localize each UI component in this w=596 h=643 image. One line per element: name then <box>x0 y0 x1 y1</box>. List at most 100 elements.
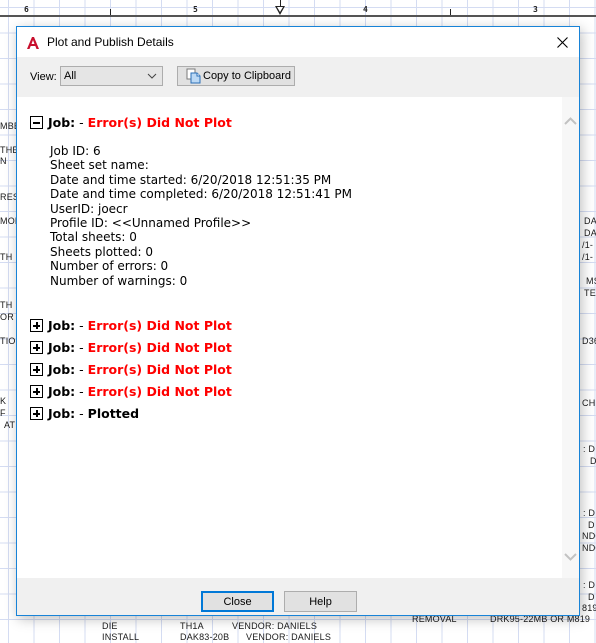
drawing-text: D36 <box>582 336 596 346</box>
expand-toggle[interactable] <box>30 341 43 354</box>
scroll-up-icon[interactable] <box>564 111 577 125</box>
sheet-set-name: Sheet set name: <box>50 158 149 173</box>
drawing-text: DAK83-20B <box>180 632 230 642</box>
job-status: Plotted <box>87 406 140 421</box>
job-header: Job: - Error(s) Did Not Plot <box>48 362 232 377</box>
view-dropdown-value: All <box>64 70 77 82</box>
ruler-number: 3 <box>533 5 538 14</box>
copy-to-clipboard-label: Copy to Clipboard <box>203 70 292 82</box>
profile-id: Profile ID: <<Unnamed Profile>> <box>50 216 252 231</box>
ruler-number: 4 <box>363 5 368 14</box>
job-separator: - <box>75 115 88 130</box>
job-separator: - <box>75 384 88 399</box>
drawing-text: K <box>0 396 7 406</box>
drawing-text: D <box>590 456 596 466</box>
drawing-text: NDO <box>582 543 596 553</box>
collapse-toggle[interactable] <box>30 116 43 129</box>
copy-to-clipboard-button[interactable]: Copy to Clipboard <box>177 66 295 86</box>
job-status: Error(s) Did Not Plot <box>87 384 232 399</box>
view-label: View: <box>30 71 57 83</box>
number-of-warnings: Number of warnings: 0 <box>50 273 188 288</box>
plus-icon-vertical <box>35 322 38 329</box>
drawing-text: TH <box>0 300 13 310</box>
job-status: Error(s) Did Not Plot <box>87 115 232 130</box>
minus-icon <box>33 122 40 124</box>
job-label: Job: <box>48 340 76 355</box>
job-label: Job: <box>48 318 76 333</box>
job-label: Job: <box>48 406 76 421</box>
job-header: Job: - Plotted <box>48 406 139 421</box>
drawing-text: NDC <box>582 531 596 541</box>
plus-icon-vertical <box>35 344 38 351</box>
ruler-marker-icon <box>275 6 285 15</box>
expand-toggle[interactable] <box>30 385 43 398</box>
drawing-text: /1- <box>582 252 594 262</box>
toolbar: View: All Copy to Clipboard <box>17 57 579 95</box>
drawing-text: TH <box>0 252 13 262</box>
sheets-plotted: Sheets plotted: 0 <box>50 244 153 259</box>
vertical-scrollbar[interactable] <box>562 97 579 578</box>
chevron-down-icon <box>147 71 157 83</box>
drawing-text: VENDOR: DANIELS <box>232 621 318 631</box>
close-button[interactable]: Close <box>201 591 274 612</box>
drawing-text: : D <box>583 508 596 518</box>
ruler-number: 6 <box>24 5 29 14</box>
help-button[interactable]: Help <box>284 591 357 612</box>
date-completed: Date and time completed: 6/20/2018 12:51… <box>50 187 352 202</box>
close-icon <box>556 33 568 52</box>
job-separator: - <box>75 406 88 421</box>
autocad-logo-icon <box>26 35 40 49</box>
job-label: Job: <box>48 362 76 377</box>
job-header: Job: - Error(s) Did Not Plot <box>48 384 232 399</box>
job-details: Job ID: 6 Sheet set name: Date and time … <box>50 144 352 288</box>
job-separator: - <box>75 362 88 377</box>
plus-icon-vertical <box>35 366 38 373</box>
drawing-text: DA <box>584 216 596 226</box>
number-of-errors: Number of errors: 0 <box>50 259 169 274</box>
close-window-button[interactable] <box>545 27 579 57</box>
drawing-text: D <box>588 520 595 530</box>
dialog-title: Plot and Publish Details <box>47 35 174 49</box>
job-header: Job: - Error(s) Did Not Plot <box>48 340 232 355</box>
job-label: Job: <box>48 384 76 399</box>
plus-icon-vertical <box>35 388 38 395</box>
drawing-text: F <box>0 408 6 418</box>
job-status: Error(s) Did Not Plot <box>87 362 232 377</box>
drawing-text: N <box>0 156 7 166</box>
drawing-text: DA <box>584 228 596 238</box>
date-started: Date and time started: 6/20/2018 12:51:3… <box>50 172 332 187</box>
title-bar[interactable]: Plot and Publish Details <box>17 27 579 57</box>
drawing-text: DIE <box>102 621 118 631</box>
job-separator: - <box>75 340 88 355</box>
drawing-text: : D <box>583 444 596 454</box>
job-status: Error(s) Did Not Plot <box>87 340 232 355</box>
plot-publish-details-dialog: Plot and Publish Details View: All Copy … <box>16 26 580 616</box>
expand-toggle[interactable] <box>30 363 43 376</box>
job-header: Job: - Error(s) Did Not Plot <box>48 115 232 130</box>
drawing-text: INSTALL <box>102 632 140 642</box>
job-details-panel: Job: - Error(s) Did Not Plot Job ID: 6 S… <box>17 97 579 578</box>
job-id: Job ID: 6 <box>50 144 101 158</box>
ruler-line <box>0 15 596 17</box>
view-dropdown[interactable]: All <box>60 66 163 86</box>
scroll-down-icon[interactable] <box>564 547 577 561</box>
drawing-text: AT <box>4 420 16 430</box>
drawing-ruler: 6 5 4 3 <box>0 0 596 17</box>
drawing-text: VENDOR: DANIELS <box>246 632 332 642</box>
drawing-text: CHD <box>582 398 596 408</box>
drawing-text: MS <box>586 276 596 286</box>
expand-toggle[interactable] <box>30 407 43 420</box>
expand-toggle[interactable] <box>30 319 43 332</box>
drawing-text: D <box>588 592 595 602</box>
drawing-text: : D <box>583 580 596 590</box>
drawing-text: /1- <box>582 240 594 250</box>
job-header: Job: - Error(s) Did Not Plot <box>48 318 232 333</box>
drawing-text: 819 <box>582 603 596 613</box>
plus-icon-vertical <box>35 410 38 417</box>
drawing-text: TH1A <box>180 621 204 631</box>
dialog-footer: Close Help <box>17 578 579 616</box>
clipboard-copy-icon <box>186 68 202 87</box>
job-status: Error(s) Did Not Plot <box>87 318 232 333</box>
ruler-number: 5 <box>193 5 198 14</box>
job-separator: - <box>75 318 88 333</box>
